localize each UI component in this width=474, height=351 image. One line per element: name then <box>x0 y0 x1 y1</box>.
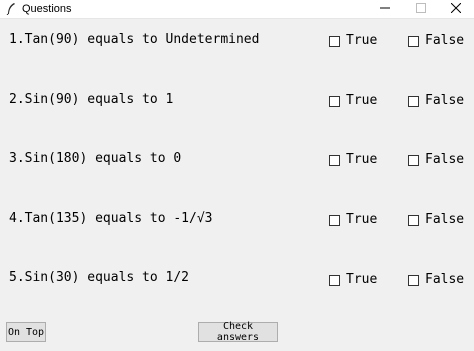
check-answers-button[interactable]: Check answers <box>198 321 278 343</box>
question-4-text: 4.Tan(135) equals to -1/√3 <box>9 211 213 226</box>
question-2-false-option[interactable]: False <box>408 93 464 109</box>
question-4-true-label: True <box>346 212 378 227</box>
question-3-false-label: False <box>425 152 465 167</box>
minimize-icon <box>380 0 390 18</box>
question-5-true-option[interactable]: True <box>329 272 377 288</box>
minimize-button[interactable] <box>367 0 403 18</box>
question-4-true-checkbox[interactable] <box>329 214 340 226</box>
question-2-false-label: False <box>425 93 465 108</box>
question-3-true-label: True <box>346 152 378 167</box>
question-3-text: 3.Sin(180) equals to 0 <box>9 151 182 166</box>
question-2-text: 2.Sin(90) equals to 1 <box>9 92 174 107</box>
question-5-false-option[interactable]: False <box>408 272 464 288</box>
window-title: Questions <box>22 3 72 15</box>
question-4-true-option[interactable]: True <box>329 212 377 228</box>
question-1-true-checkbox[interactable] <box>329 35 340 47</box>
question-4-false-label: False <box>425 212 465 227</box>
question-1-false-checkbox[interactable] <box>408 35 419 47</box>
question-1-true-label: True <box>346 33 378 48</box>
question-1-true-option[interactable]: True <box>329 33 377 49</box>
title-bar: Questions <box>0 0 474 19</box>
question-1-false-label: False <box>425 33 465 48</box>
question-4-false-option[interactable]: False <box>408 212 464 228</box>
question-5-text: 5.Sin(30) equals to 1/2 <box>9 270 190 285</box>
question-3-false-option[interactable]: False <box>408 152 464 168</box>
question-3-true-checkbox[interactable] <box>329 154 340 166</box>
close-icon <box>450 0 462 18</box>
question-2-true-checkbox[interactable] <box>329 95 340 107</box>
question-1-false-option[interactable]: False <box>408 33 464 49</box>
maximize-button[interactable] <box>403 0 439 18</box>
question-2-false-checkbox[interactable] <box>408 95 419 107</box>
maximize-icon <box>416 0 426 18</box>
question-3-false-checkbox[interactable] <box>408 154 419 166</box>
on-top-button[interactable]: On Top <box>6 322 46 342</box>
question-2-true-label: True <box>346 93 378 108</box>
question-1-text: 1.Tan(90) equals to Undetermined <box>9 32 260 47</box>
question-5-false-checkbox[interactable] <box>408 274 419 286</box>
feather-icon <box>5 2 17 16</box>
question-5-true-checkbox[interactable] <box>329 274 340 286</box>
question-4-false-checkbox[interactable] <box>408 214 419 226</box>
close-button[interactable] <box>438 0 474 18</box>
question-2-true-option[interactable]: True <box>329 93 377 109</box>
question-5-false-label: False <box>425 272 465 287</box>
question-5-true-label: True <box>346 272 378 287</box>
question-3-true-option[interactable]: True <box>329 152 377 168</box>
